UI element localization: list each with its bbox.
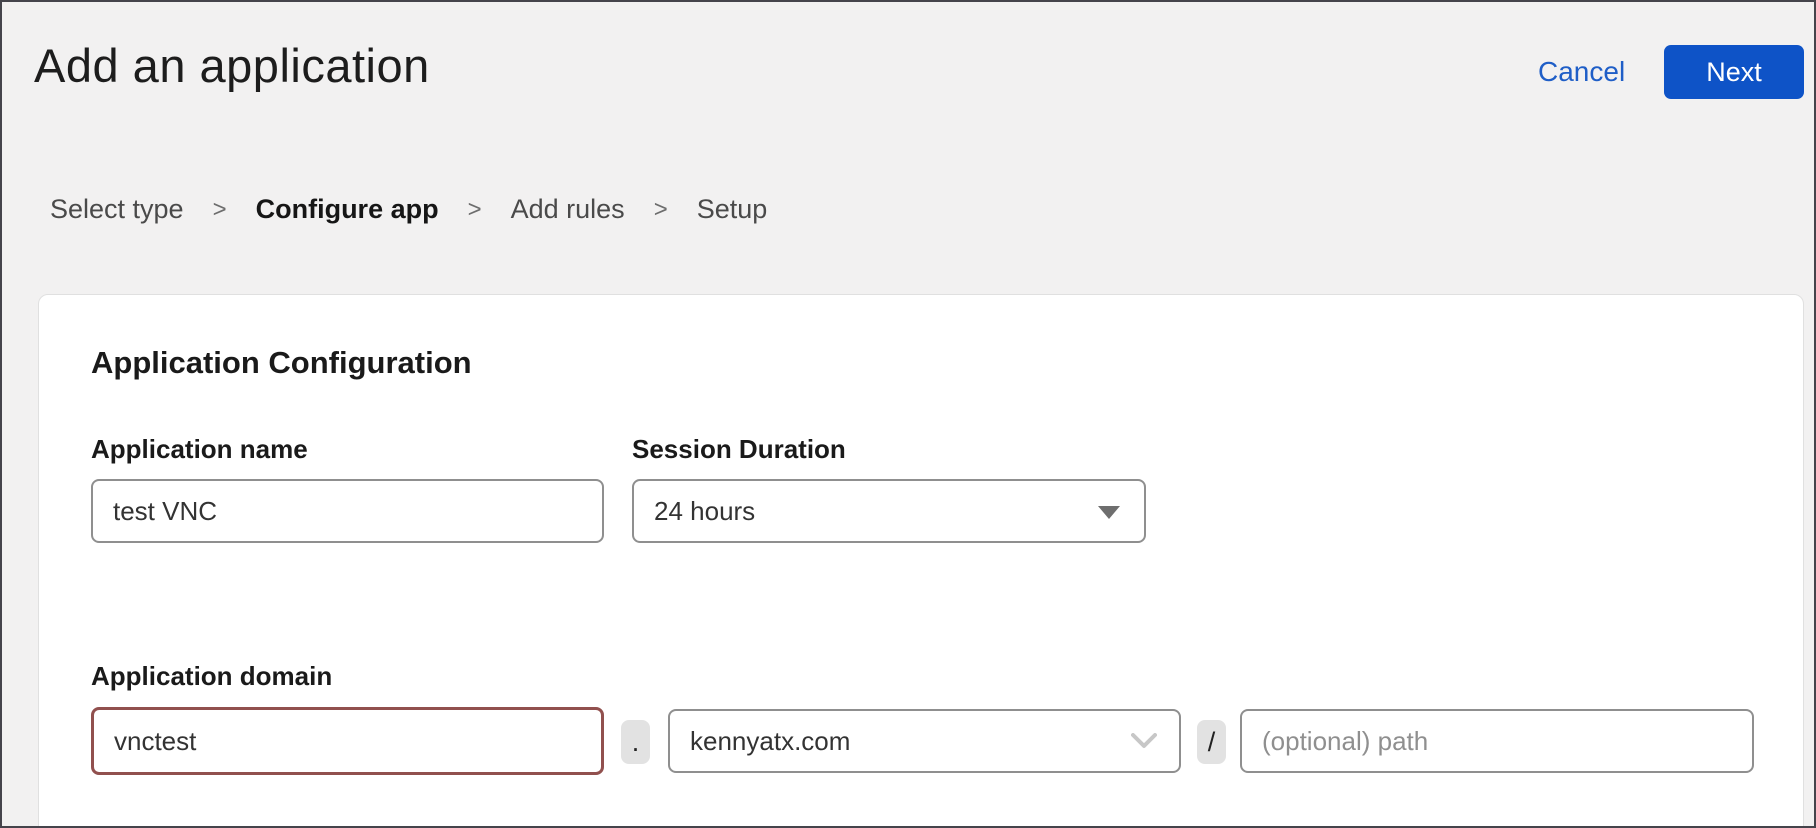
application-domain-label: Application domain bbox=[91, 661, 332, 692]
breadcrumb-separator-icon: > bbox=[654, 196, 668, 224]
chevron-down-icon bbox=[1131, 733, 1157, 749]
path-input[interactable] bbox=[1240, 709, 1754, 773]
application-name-label: Application name bbox=[91, 434, 308, 465]
breadcrumb-step-select-type[interactable]: Select type bbox=[50, 194, 184, 225]
dot-separator: . bbox=[621, 720, 650, 764]
session-duration-label: Session Duration bbox=[632, 434, 846, 465]
dropdown-arrow-icon bbox=[1098, 506, 1120, 519]
breadcrumb-separator-icon: > bbox=[213, 196, 227, 224]
breadcrumb-step-configure-app: Configure app bbox=[256, 194, 439, 225]
section-heading: Application Configuration bbox=[91, 345, 472, 381]
domain-selected-value: kennyatx.com bbox=[690, 726, 850, 757]
page-title: Add an application bbox=[34, 38, 430, 93]
breadcrumb-step-add-rules[interactable]: Add rules bbox=[511, 194, 625, 225]
domain-select[interactable]: kennyatx.com bbox=[668, 709, 1181, 773]
breadcrumb-separator-icon: > bbox=[468, 196, 482, 224]
session-duration-select[interactable]: 24 hours bbox=[632, 479, 1146, 543]
breadcrumb: Select type > Configure app > Add rules … bbox=[50, 194, 767, 225]
subdomain-input[interactable] bbox=[91, 707, 604, 775]
application-configuration-card: Application Configuration Application na… bbox=[38, 294, 1804, 828]
next-button[interactable]: Next bbox=[1664, 45, 1804, 99]
add-application-page: Add an application Cancel Next Select ty… bbox=[0, 0, 1816, 828]
application-name-input[interactable] bbox=[91, 479, 604, 543]
breadcrumb-step-setup[interactable]: Setup bbox=[697, 194, 768, 225]
slash-separator: / bbox=[1197, 720, 1226, 764]
session-duration-selected-value: 24 hours bbox=[654, 496, 755, 527]
cancel-button[interactable]: Cancel bbox=[1538, 45, 1625, 99]
